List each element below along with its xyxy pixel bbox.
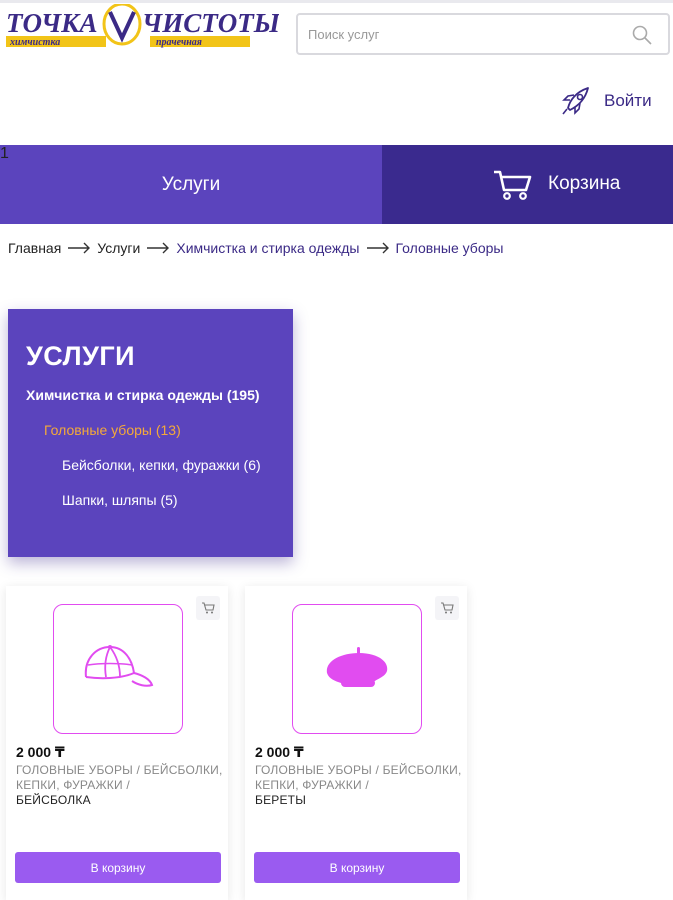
add-to-cart-icon-button[interactable] bbox=[435, 596, 459, 620]
svg-text:химчистка: химчистка bbox=[9, 37, 60, 48]
arrow-right-icon bbox=[68, 242, 91, 254]
add-to-cart-button[interactable]: В корзину bbox=[254, 852, 460, 883]
product-name[interactable]: БЕРЕТЫ bbox=[255, 793, 306, 807]
product-image[interactable] bbox=[292, 604, 422, 734]
product-name[interactable]: БЕЙСБОЛКА bbox=[16, 793, 91, 807]
product-card: 2 000 ₸ ГОЛОВНЫЕ УБОРЫ / БЕЙСБОЛКИ, КЕПК… bbox=[6, 586, 228, 900]
beret-icon bbox=[326, 647, 388, 687]
cart-icon bbox=[202, 602, 215, 614]
product-card: 2 000 ₸ ГОЛОВНЫЕ УБОРЫ / БЕЙСБОЛКИ, КЕПК… bbox=[245, 586, 467, 900]
site-logo[interactable]: ТОЧКА ЧИСТОТЫ химчистка прачечная bbox=[4, 4, 279, 48]
product-price: 2 000 ₸ bbox=[16, 744, 65, 760]
category-hats[interactable]: Шапки, шляпы (5) bbox=[62, 492, 178, 508]
logo-graphic: ТОЧКА ЧИСТОТЫ химчистка прачечная bbox=[6, 4, 279, 48]
product-price: 2 000 ₸ bbox=[255, 744, 304, 760]
add-to-cart-icon-button[interactable] bbox=[196, 596, 220, 620]
rocket-icon bbox=[562, 87, 589, 115]
services-panel-title: УСЛУГИ bbox=[26, 341, 136, 371]
breadcrumb-dry-cleaning[interactable]: Химчистка и стирка одежды bbox=[176, 240, 359, 256]
category-caps[interactable]: Бейсболки, кепки, фуражки (6) bbox=[62, 457, 261, 473]
breadcrumb: Главная Услуги Химчистка и стирка одежды… bbox=[8, 240, 503, 256]
product-category-path: ГОЛОВНЫЕ УБОРЫ / БЕЙСБОЛКИ, КЕПКИ, ФУРАЖ… bbox=[16, 763, 223, 792]
add-to-cart-button[interactable]: В корзину bbox=[15, 852, 221, 883]
svg-text:прачечная: прачечная bbox=[156, 37, 202, 48]
cart-icon bbox=[441, 602, 454, 614]
product-category-path: ГОЛОВНЫЕ УБОРЫ / БЕЙСБОЛКИ, КЕПКИ, ФУРАЖ… bbox=[255, 763, 462, 792]
svg-text:ТОЧКА: ТОЧКА bbox=[6, 8, 97, 38]
category-headwear-active[interactable]: Головные уборы (13) bbox=[44, 422, 181, 438]
login-label: Войти bbox=[604, 91, 652, 110]
services-panel: УСЛУГИ Химчистка и стирка одежды (195) Г… bbox=[8, 309, 293, 557]
search-icon[interactable] bbox=[632, 25, 652, 45]
breadcrumb-services[interactable]: Услуги bbox=[97, 240, 140, 256]
svg-text:ЧИСТОТЫ: ЧИСТОТЫ bbox=[142, 8, 279, 38]
search-box[interactable] bbox=[296, 13, 670, 55]
top-border bbox=[0, 0, 673, 3]
arrow-right-icon bbox=[366, 242, 389, 254]
product-image[interactable] bbox=[53, 604, 183, 734]
arrow-right-icon bbox=[147, 242, 170, 254]
breadcrumb-home[interactable]: Главная bbox=[8, 240, 61, 256]
breadcrumb-headwear: Головные уборы bbox=[395, 240, 504, 256]
search-input[interactable] bbox=[308, 24, 608, 44]
cart-count-badge: 1 bbox=[0, 145, 9, 162]
baseball-cap-icon bbox=[84, 645, 154, 687]
category-dry-cleaning[interactable]: Химчистка и стирка одежды (195) bbox=[26, 387, 260, 403]
login-button[interactable]: Войти bbox=[560, 86, 652, 116]
